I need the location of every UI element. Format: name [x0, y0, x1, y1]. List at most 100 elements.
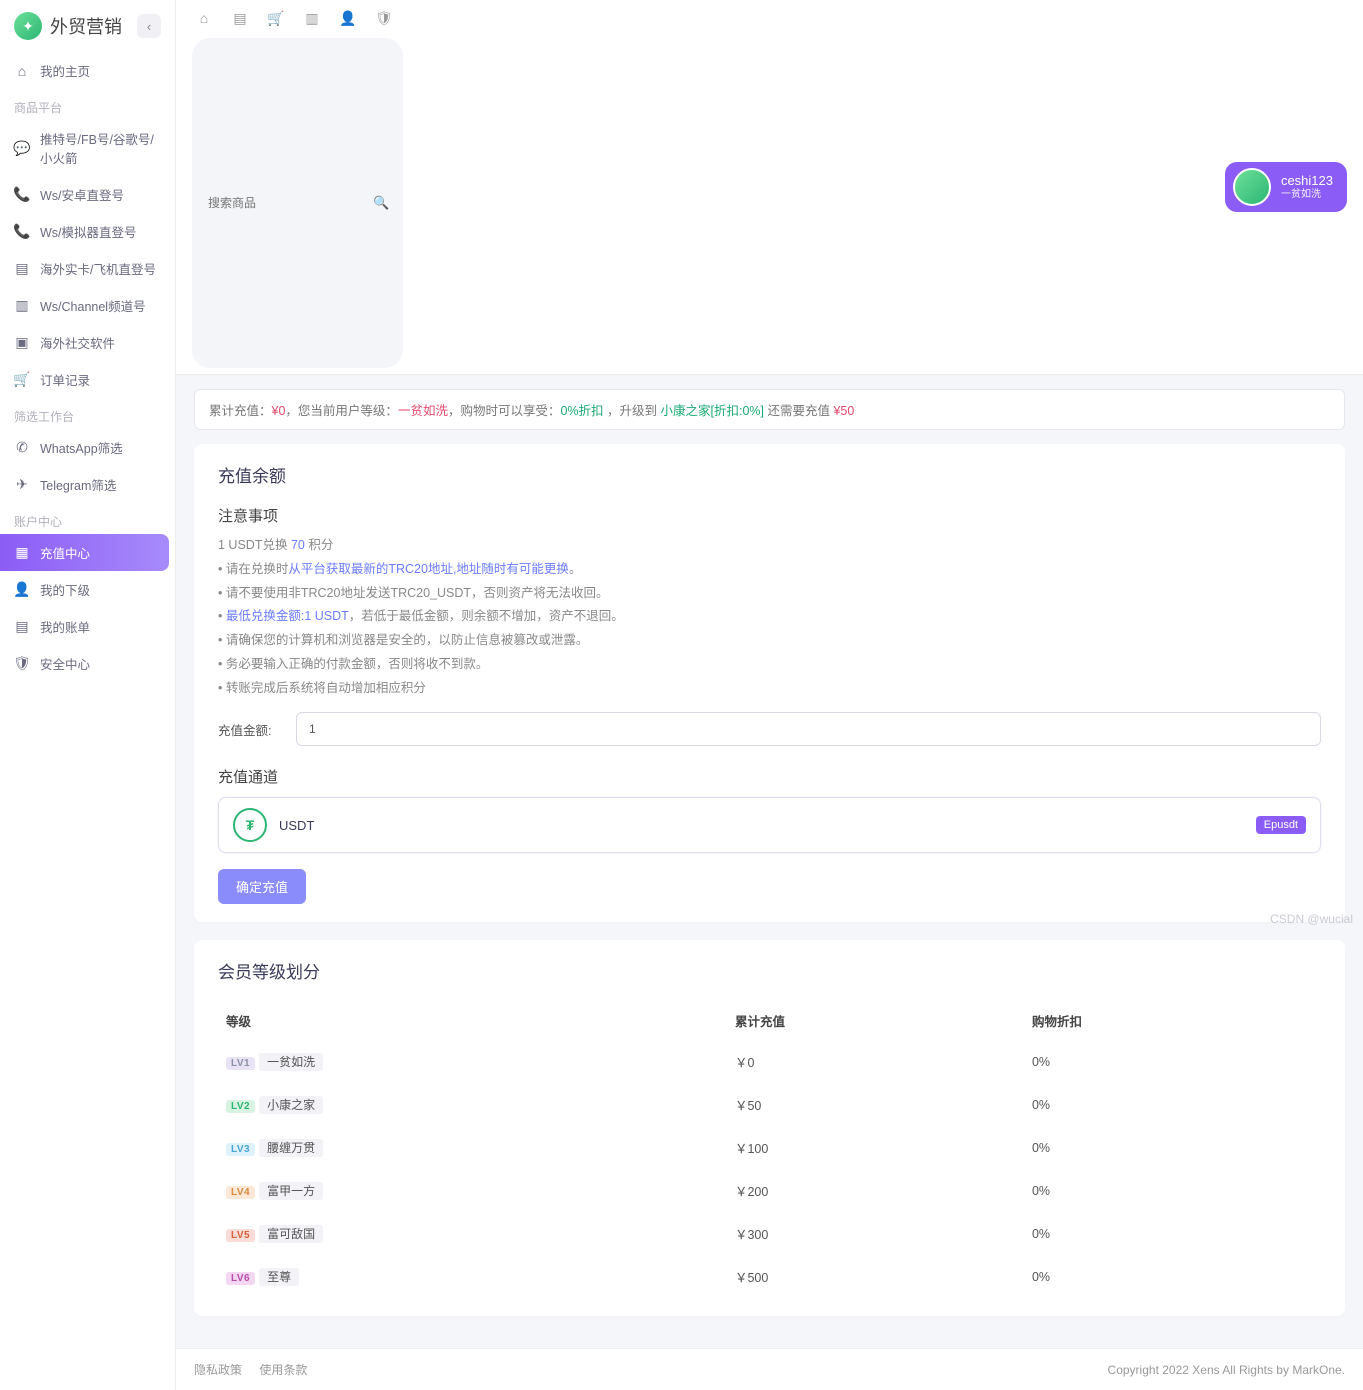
- avatar: [1233, 168, 1271, 206]
- channel-name: USDT: [279, 818, 314, 833]
- levels-table: 等级 累计充值 购物折扣 LV1一贫如洗￥00%LV2小康之家￥500%LV3腰…: [218, 1001, 1321, 1298]
- nav-item-ws-emulator[interactable]: 📞 Ws/模拟器直登号: [0, 213, 175, 250]
- nav-item-whatsapp-filter[interactable]: ✆WhatsApp筛选: [0, 429, 175, 466]
- notice-line: 1 USDT兑换 70 积分: [218, 534, 1321, 558]
- home-icon[interactable]: ⌂: [196, 10, 212, 26]
- nav-label: 海外社交软件: [40, 333, 115, 352]
- nav-item-referrals[interactable]: 👤我的下级: [0, 571, 175, 608]
- user-level: 一贫如洗: [1281, 189, 1333, 201]
- nav-label: 安全中心: [40, 654, 90, 673]
- levels-title: 会员等级划分: [218, 958, 1321, 983]
- nav-home[interactable]: ⌂ 我的主页: [0, 52, 175, 89]
- nav-label: WhatsApp筛选: [40, 438, 123, 457]
- notice-line: • 转账完成后系统将自动增加相应积分: [218, 677, 1321, 701]
- nav-section-account: 账户中心: [0, 503, 175, 534]
- channel-tag: Epusdt: [1256, 816, 1306, 834]
- search-icon[interactable]: 🔍: [373, 195, 389, 211]
- confirm-recharge-button[interactable]: 确定充值: [218, 869, 306, 904]
- levels-card: 会员等级划分 等级 累计充值 购物折扣 LV1一贫如洗￥00%LV2小康之家￥5…: [194, 940, 1345, 1316]
- nav-label: 我的主页: [40, 61, 90, 80]
- user-chip[interactable]: ceshi123 一贫如洗: [1225, 162, 1347, 212]
- level-badge: LV6: [226, 1272, 255, 1285]
- level-amount: ￥50: [727, 1083, 1024, 1126]
- level-discount: 0%: [1024, 1126, 1321, 1169]
- level-badge: LV5: [226, 1229, 255, 1242]
- level-badge: LV3: [226, 1143, 255, 1156]
- user-icon[interactable]: 👤: [340, 10, 356, 26]
- nav-label: Ws/安卓直登号: [40, 185, 124, 204]
- amount-row: 充值金额:: [218, 712, 1321, 746]
- shield-icon[interactable]: 🛡: [376, 10, 392, 26]
- level-discount: 0%: [1024, 1255, 1321, 1298]
- nav-item-twitter[interactable]: 💬推特号/FB号/谷歌号/小火箭: [0, 120, 175, 176]
- table-row: LV2小康之家￥500%: [218, 1083, 1321, 1126]
- level-name: 至尊: [259, 1268, 299, 1286]
- nav-item-recharge[interactable]: ▦充值中心: [0, 534, 169, 571]
- search-bar[interactable]: 🔍: [192, 38, 403, 368]
- nav-item-bills[interactable]: ▤我的账单: [0, 608, 175, 645]
- notice-line: • 最低兑换金额:1 USDT，若低于最低金额，则余额不增加，资产不退回。: [218, 605, 1321, 629]
- amount-label: 充值金额:: [218, 720, 278, 739]
- doc-icon[interactable]: ▤: [232, 10, 248, 26]
- phone-icon: 📞: [14, 224, 30, 240]
- privacy-link[interactable]: 隐私政策: [194, 1363, 242, 1377]
- level-discount: 0%: [1024, 1169, 1321, 1212]
- bill-icon: ▤: [14, 619, 30, 635]
- amount-input[interactable]: [296, 712, 1321, 746]
- collapse-button[interactable]: ‹: [137, 14, 161, 38]
- phone-icon: 📞: [14, 187, 30, 203]
- usdt-icon: ₮: [233, 808, 267, 842]
- cart-icon[interactable]: 🛒: [268, 10, 284, 26]
- user-icon: 👤: [14, 582, 30, 598]
- notice-line: • 请在兑换时从平台获取最新的TRC20地址,地址随时有可能更换。: [218, 558, 1321, 582]
- nav-item-security[interactable]: 🛡 安全中心: [0, 645, 175, 682]
- level-name: 一贫如洗: [259, 1053, 323, 1071]
- level-amount: ￥100: [727, 1126, 1024, 1169]
- search-input[interactable]: [206, 195, 365, 211]
- nav-section-products: 商品平台: [0, 89, 175, 120]
- nav-item-telegram-filter[interactable]: ✈ Telegram筛选: [0, 466, 175, 503]
- level-name: 小康之家: [259, 1096, 323, 1114]
- level-amount: ￥0: [727, 1040, 1024, 1083]
- table-row: LV4富甲一方￥2000%: [218, 1169, 1321, 1212]
- nav-item-order-history[interactable]: 🛒 订单记录: [0, 361, 175, 398]
- table-row: LV6至尊￥5000%: [218, 1255, 1321, 1298]
- nav-label: 充值中心: [40, 543, 90, 562]
- logo-icon: ✦: [14, 12, 42, 40]
- nav-item-overseas-card[interactable]: ▤海外实卡/飞机直登号: [0, 250, 175, 287]
- chat-icon: 💬: [14, 140, 30, 156]
- sidebar: ✦ 外贸营销 ‹ ⌂ 我的主页 商品平台 💬推特号/FB号/谷歌号/小火箭 📞 W…: [0, 0, 176, 1390]
- notice-line: • 务必要输入正确的付款金额，否则将收不到款。: [218, 653, 1321, 677]
- table-row: LV1一贫如洗￥00%: [218, 1040, 1321, 1083]
- level-alert: 累计充值：¥0，您当前用户等级：一贫如洗，购物时可以享受：0%折扣 ，升级到 小…: [194, 389, 1345, 430]
- nav-label: Telegram筛选: [40, 475, 116, 494]
- col-level: 等级: [218, 1001, 727, 1040]
- level-amount: ￥200: [727, 1169, 1024, 1212]
- recharge-card: 充值余额 注意事项 1 USDT兑换 70 积分 • 请在兑换时从平台获取最新的…: [194, 444, 1345, 922]
- nav-item-ws-channel[interactable]: ▥Ws/Channel频道号: [0, 287, 175, 324]
- table-row: LV3腰缠万贯￥1000%: [218, 1126, 1321, 1169]
- table-row: LV5富可敌国￥3000%: [218, 1212, 1321, 1255]
- level-badge: LV2: [226, 1100, 255, 1113]
- brand-name: 外贸营销: [50, 13, 129, 39]
- copyright: Copyright 2022 Xens All Rights by MarkOn…: [1108, 1363, 1345, 1377]
- home-icon: ⌂: [14, 63, 30, 79]
- telegram-icon: ✈: [14, 477, 30, 493]
- nav-item-social-software[interactable]: ▣ 海外社交软件: [0, 324, 175, 361]
- topbar: ⌂ ▤ 🛒 ▥ 👤 🛡 🔍 ceshi123 一贫如洗: [176, 0, 1363, 375]
- nav-section-filter: 筛选工作台: [0, 398, 175, 429]
- doc-icon: ▥: [14, 298, 30, 314]
- cart-icon: 🛒: [14, 372, 30, 388]
- col-amount: 累计充值: [727, 1001, 1024, 1040]
- level-badge: LV1: [226, 1057, 255, 1070]
- level-name: 富可敌国: [259, 1225, 323, 1243]
- channel-option-usdt[interactable]: ₮ USDT Epusdt: [218, 797, 1321, 853]
- list-icon[interactable]: ▥: [304, 10, 320, 26]
- facebook-icon: ▣: [14, 335, 30, 351]
- nav-item-ws-android[interactable]: 📞 Ws/安卓直登号: [0, 176, 175, 213]
- level-name: 富甲一方: [259, 1182, 323, 1200]
- shield-icon: 🛡: [14, 656, 30, 672]
- nav-label: 订单记录: [40, 370, 90, 389]
- terms-link[interactable]: 使用条款: [259, 1363, 307, 1377]
- nav-label: Ws/模拟器直登号: [40, 222, 137, 241]
